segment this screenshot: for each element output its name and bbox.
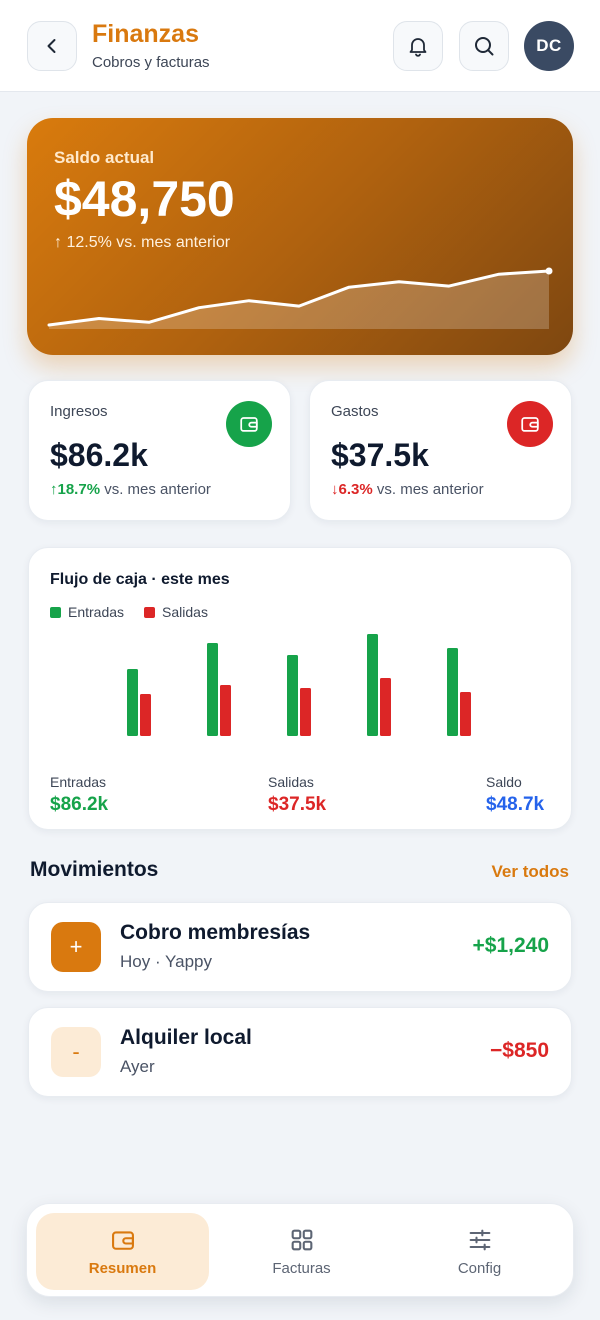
- balance-card[interactable]: Saldo actual $48,750 ↑ 12.5% vs. mes ant…: [27, 118, 573, 355]
- back-button[interactable]: [27, 21, 77, 71]
- summary-balance: Saldo $48.7k: [486, 774, 544, 816]
- income-change-value: ↑18.7%: [50, 481, 101, 498]
- movements-title: Movimientos: [30, 858, 159, 881]
- bar-salidas-2: [220, 685, 231, 736]
- expense-change-suffix: vs. mes anterior: [372, 481, 484, 498]
- nav-item-facturas[interactable]: Facturas: [215, 1213, 388, 1290]
- movement-title: Cobro membresías: [120, 921, 311, 944]
- grid-icon: [291, 1229, 312, 1251]
- balance-label: Saldo actual: [54, 148, 155, 167]
- search-button[interactable]: [459, 21, 509, 71]
- nav-item-resumen[interactable]: Resumen: [36, 1213, 209, 1290]
- top-bar: Finanzas Cobros y facturas DC: [0, 0, 600, 92]
- bar-entradas-5: [447, 648, 458, 736]
- movement-amount: +$1,240: [472, 934, 550, 957]
- minus-icon: -: [51, 1027, 101, 1077]
- summary-balance-value: $48.7k: [486, 794, 545, 815]
- sliders-icon: [469, 1229, 490, 1251]
- summary-balance-label: Saldo: [486, 774, 522, 790]
- movement-amount: −$850: [490, 1039, 549, 1062]
- chevron-left-icon: [47, 39, 56, 53]
- movement-item[interactable]: - Alquiler local Ayer −$850: [28, 1007, 572, 1097]
- plus-icon: +: [51, 922, 101, 972]
- cashflow-card: Flujo de caja · este mes Entradas Salida…: [28, 547, 572, 830]
- bar-salidas-5: [460, 692, 471, 736]
- nav-item-label: Facturas: [272, 1260, 331, 1277]
- income-card[interactable]: Ingresos $86.2k ↑18.7% vs. mes anterior: [28, 380, 291, 521]
- expense-change: ↓6.3% vs. mes anterior: [331, 481, 484, 498]
- expense-wallet-badge: [507, 401, 553, 447]
- expense-card[interactable]: Gastos $37.5k ↓6.3% vs. mes anterior: [309, 380, 572, 521]
- search-icon: [475, 37, 494, 56]
- cashflow-chart: [127, 634, 471, 736]
- balance-value: $48,750: [54, 171, 235, 227]
- bar-entradas-1: [127, 669, 138, 736]
- nav-item-config[interactable]: Config: [393, 1213, 566, 1290]
- balance-change: ↑ 12.5% vs. mes anterior: [54, 234, 231, 251]
- bottom-nav: Resumen Facturas Config: [26, 1203, 574, 1297]
- movement-item[interactable]: + Cobro membresías Hoy · Yappy +$1,240: [28, 902, 572, 992]
- summary-inflow-label: Entradas: [50, 774, 107, 790]
- summary-outflow: Salidas $37.5k: [268, 774, 326, 816]
- bar-entradas-4: [367, 634, 378, 736]
- income-wallet-badge: [226, 401, 272, 447]
- expense-label: Gastos: [331, 403, 379, 420]
- movement-title: Alquiler local: [120, 1026, 252, 1049]
- avatar[interactable]: DC: [524, 21, 574, 71]
- bar-salidas-3: [300, 688, 311, 736]
- income-change: ↑18.7% vs. mes anterior: [50, 481, 211, 498]
- summary-inflow-value: $86.2k: [50, 794, 109, 815]
- see-all-link[interactable]: Ver todos: [492, 862, 569, 882]
- wallet-icon: [111, 1231, 134, 1250]
- nav-item-label: Config: [457, 1260, 502, 1277]
- summary-outflow-value: $37.5k: [268, 794, 327, 815]
- bar-salidas-1: [140, 694, 151, 736]
- bar-entradas-2: [207, 643, 218, 736]
- income-value: $86.2k: [50, 437, 148, 473]
- movement-subtitle: Ayer: [120, 1057, 155, 1076]
- page-subtitle: Cobros y facturas: [92, 54, 210, 71]
- balance-sparkline-end-point: [545, 267, 553, 275]
- income-change-suffix: vs. mes anterior: [100, 481, 211, 498]
- wallet-icon: [240, 417, 258, 432]
- bar-entradas-3: [287, 655, 298, 736]
- notifications-button[interactable]: [393, 21, 443, 71]
- expense-change-value: ↓6.3%: [331, 481, 373, 498]
- summary-inflow: Entradas $86.2k: [50, 774, 108, 816]
- wallet-icon: [521, 417, 539, 432]
- bell-icon: [409, 38, 427, 57]
- movement-subtitle: Hoy · Yappy: [120, 952, 212, 971]
- nav-item-label: Resumen: [88, 1260, 157, 1277]
- summary-outflow-label: Salidas: [268, 774, 314, 790]
- bar-salidas-4: [380, 678, 391, 736]
- income-label: Ingresos: [50, 403, 108, 420]
- expense-value: $37.5k: [331, 437, 429, 473]
- page-title: Finanzas: [92, 20, 199, 48]
